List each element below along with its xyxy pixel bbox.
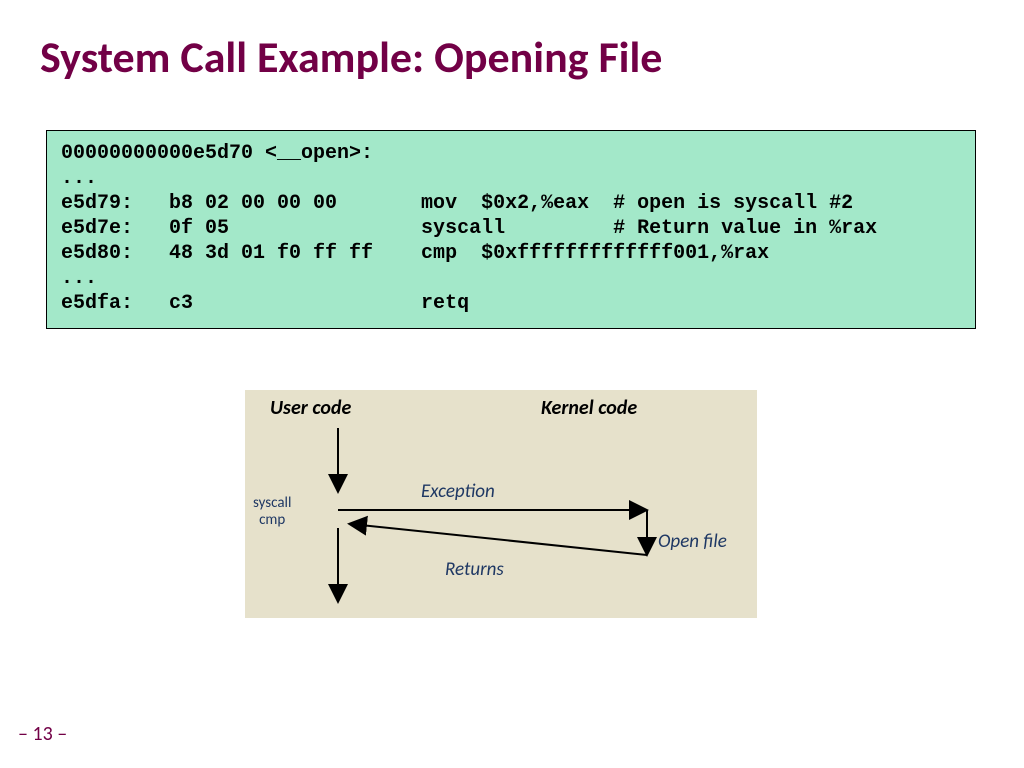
arrows-svg xyxy=(245,390,757,618)
kernel-code-header: Kernel code xyxy=(541,396,637,420)
cmp-text: cmp xyxy=(259,511,285,529)
slide-title: System Call Example: Opening File xyxy=(40,30,662,84)
page-number: – 13 – xyxy=(18,722,67,746)
syscall-label: syscall cmp xyxy=(253,495,291,528)
code-l1: 00000000000e5d70 <__open>: xyxy=(61,142,373,165)
user-code-header: User code xyxy=(270,396,351,420)
code-l4: e5d7e: 0f 05 syscall # Return value in %… xyxy=(61,217,877,240)
syscall-diagram: User code Kernel code syscall cmp Except… xyxy=(245,390,757,618)
returns-label: Returns xyxy=(445,558,504,581)
code-l6: ... xyxy=(61,267,97,290)
code-l7: e5dfa: c3 retq xyxy=(61,292,469,315)
exception-label: Exception xyxy=(421,480,495,503)
code-l2: ... xyxy=(61,167,97,190)
code-l5: e5d80: 48 3d 01 f0 ff ff cmp $0xffffffff… xyxy=(61,242,769,265)
code-l3: e5d79: b8 02 00 00 00 mov $0x2,%eax # op… xyxy=(61,192,853,215)
open-file-label: Open file xyxy=(658,530,727,553)
slide: System Call Example: Opening File 000000… xyxy=(0,0,1024,768)
code-listing: 00000000000e5d70 <__open>: ... e5d79: b8… xyxy=(46,130,976,329)
syscall-text: syscall xyxy=(253,494,291,512)
